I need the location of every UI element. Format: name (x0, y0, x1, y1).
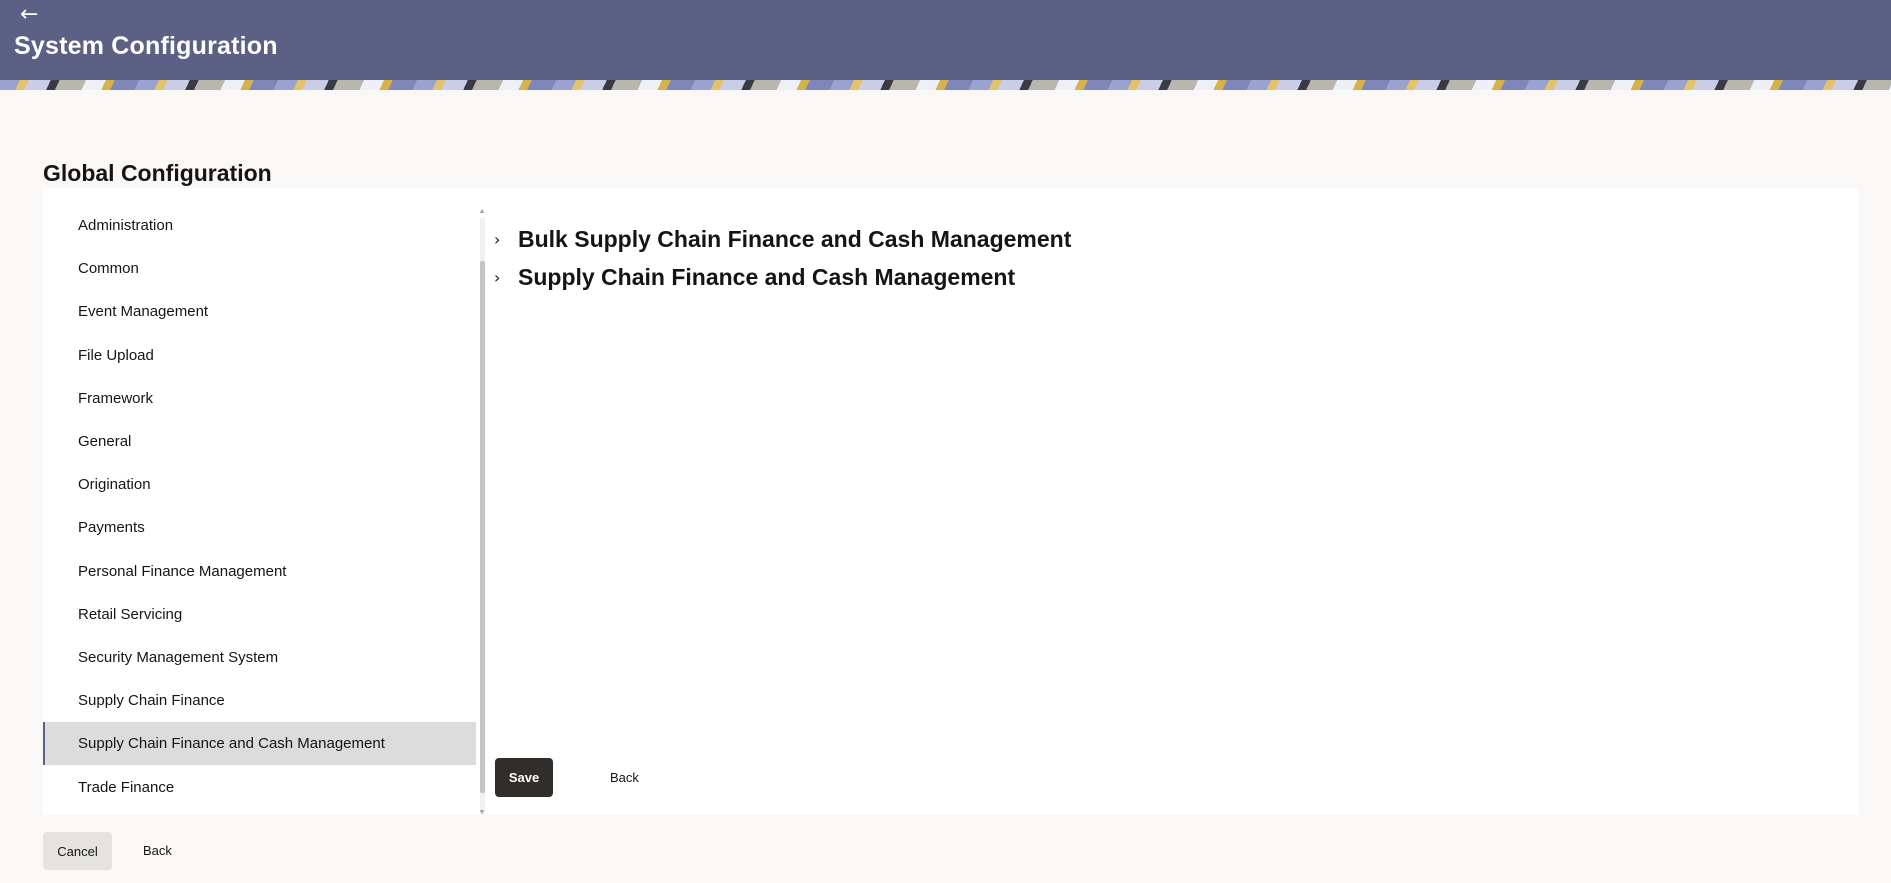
scroll-up-icon[interactable]: ▲ (478, 208, 486, 216)
configuration-panel: Administration Common Event Management F… (43, 188, 1858, 817)
sidebar-item-security-management-system[interactable]: Security Management System (43, 636, 476, 679)
sidebar-item-origination[interactable]: Origination (43, 463, 476, 506)
sidebar-item-retail-servicing[interactable]: Retail Servicing (43, 593, 476, 636)
footer-back-button[interactable]: Back (143, 832, 172, 870)
sidebar-item-event-management[interactable]: Event Management (43, 290, 476, 333)
chevron-right-icon: › (494, 267, 501, 287)
sidebar-item-payments[interactable]: Payments (43, 506, 476, 549)
section-supply-chain-finance-and-cash-management[interactable]: › Supply Chain Finance and Cash Manageme… (494, 258, 1071, 296)
sidebar-item-trade-finance[interactable]: Trade Finance (43, 765, 476, 808)
page-title: Global Configuration (43, 160, 272, 186)
back-button[interactable]: Back (610, 758, 639, 797)
sidebar-item-supply-chain-finance[interactable]: Supply Chain Finance (43, 679, 476, 722)
sidebar-nav: Administration Common Event Management F… (43, 204, 476, 809)
sidebar-item-common[interactable]: Common (43, 247, 476, 290)
sidebar-item-general[interactable]: General (43, 420, 476, 463)
save-button[interactable]: Save (495, 758, 553, 797)
sidebar-item-personal-finance-management[interactable]: Personal Finance Management (43, 550, 476, 593)
scroll-thumb[interactable] (480, 261, 485, 793)
app-title: System Configuration (14, 32, 278, 60)
sidebar-item-supply-chain-finance-and-cash-management[interactable]: Supply Chain Finance and Cash Management (43, 722, 476, 766)
sidebar-item-file-upload[interactable]: File Upload (43, 334, 476, 377)
scroll-down-icon[interactable]: ▼ (478, 809, 486, 817)
cancel-button[interactable]: Cancel (43, 832, 112, 870)
sidebar-scrollbar[interactable]: ▲ ▼ (478, 208, 486, 817)
section-title: Supply Chain Finance and Cash Management (518, 263, 1016, 290)
config-sections: › Bulk Supply Chain Finance and Cash Man… (494, 220, 1071, 296)
section-title: Bulk Supply Chain Finance and Cash Manag… (518, 225, 1072, 252)
section-bulk-supply-chain-finance-and-cash-management[interactable]: › Bulk Supply Chain Finance and Cash Man… (494, 220, 1071, 258)
back-arrow-icon[interactable]: ← (20, 4, 38, 26)
app-header: ← System Configuration (0, 0, 1891, 80)
sidebar-item-administration[interactable]: Administration (43, 204, 476, 247)
sidebar-item-framework[interactable]: Framework (43, 377, 476, 420)
decorative-banner (0, 80, 1891, 90)
chevron-right-icon: › (494, 229, 501, 249)
